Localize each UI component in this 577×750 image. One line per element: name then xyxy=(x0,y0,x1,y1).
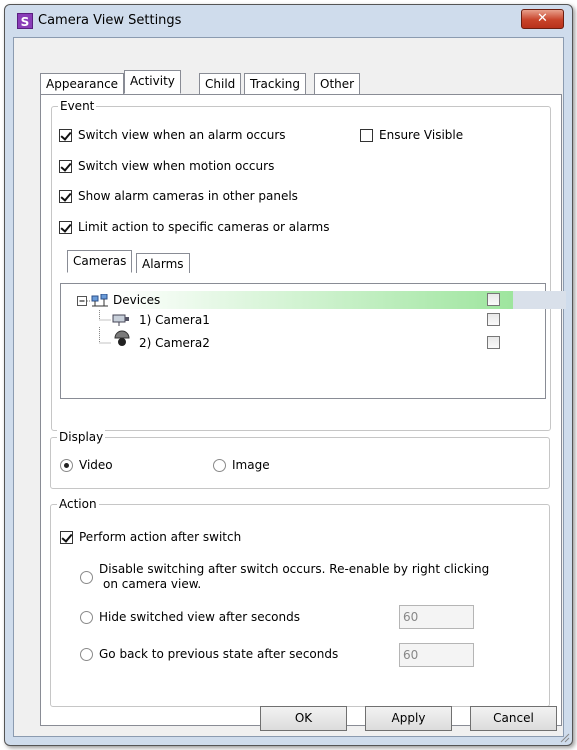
network-devices-icon[interactable] xyxy=(77,294,111,308)
tab-appearance[interactable]: Appearance xyxy=(40,73,125,94)
title-bar[interactable]: S Camera View Settings ✕ xyxy=(5,5,572,37)
checkbox-box[interactable] xyxy=(59,128,72,142)
devices-checkbox[interactable] xyxy=(487,293,500,306)
radio-dot[interactable] xyxy=(80,571,93,584)
dome-camera-icon xyxy=(99,327,130,346)
perform-after-switch-checkbox[interactable]: Perform action after switch xyxy=(60,530,241,544)
checkbox-box[interactable] xyxy=(59,159,72,173)
tab-child[interactable]: Child xyxy=(199,73,242,94)
checkbox-box[interactable] xyxy=(360,128,373,142)
tree-label-camera2: 2) Camera2 xyxy=(139,336,210,350)
display-legend: Display xyxy=(57,430,106,444)
show-alarm-cameras-label: Show alarm cameras in other panels xyxy=(78,189,298,203)
tree-label-devices: Devices xyxy=(113,293,161,307)
display-group: Display xyxy=(50,430,550,489)
subtab-cameras[interactable]: Cameras xyxy=(67,250,133,273)
tree-label-camera1: 1) Camera1 xyxy=(139,313,210,327)
app-icon: S xyxy=(17,13,33,29)
close-button[interactable]: ✕ xyxy=(521,9,564,29)
tree-row-devices[interactable]: Devices xyxy=(61,290,566,310)
radio-dot[interactable] xyxy=(80,648,93,661)
ok-button[interactable]: OK xyxy=(260,706,347,731)
radio-dot[interactable] xyxy=(60,459,73,472)
disable-switching-radio[interactable]: Disable switching after switch occurs. R… xyxy=(80,562,540,592)
video-label: Video xyxy=(79,458,113,472)
disable-switching-line1: Disable switching after switch occurs. R… xyxy=(99,562,490,576)
checkbox-box[interactable] xyxy=(59,220,72,234)
switch-on-motion-checkbox[interactable]: Switch view when motion occurs xyxy=(59,159,274,173)
switch-on-alarm-checkbox[interactable]: Switch view when an alarm occurs xyxy=(59,128,286,142)
row-highlight-end xyxy=(513,291,566,309)
video-radio[interactable]: Video xyxy=(60,458,113,472)
switch-on-alarm-label: Switch view when an alarm occurs xyxy=(78,128,286,142)
event-legend: Event xyxy=(58,99,97,113)
camera1-checkbox[interactable] xyxy=(487,313,500,326)
show-alarm-cameras-checkbox[interactable]: Show alarm cameras in other panels xyxy=(59,189,298,203)
checkbox-box[interactable] xyxy=(60,530,73,544)
device-tree[interactable]: Devices 1) Camera1 2) Camera2 xyxy=(60,283,566,399)
go-back-label: Go back to previous state after seconds xyxy=(99,647,339,661)
hide-view-seconds-input[interactable]: 60 xyxy=(399,605,474,629)
action-legend: Action xyxy=(57,497,99,511)
tab-activity[interactable]: Activity xyxy=(124,70,181,94)
limit-action-label: Limit action to specific cameras or alar… xyxy=(78,220,330,234)
go-back-radio[interactable]: Go back to previous state after seconds xyxy=(80,647,338,661)
switch-on-motion-label: Switch view when motion occurs xyxy=(78,159,275,173)
cancel-button[interactable]: Cancel xyxy=(470,706,557,731)
tab-other[interactable]: Other xyxy=(314,73,361,94)
row-highlight xyxy=(111,291,513,309)
subtab-alarms[interactable]: Alarms xyxy=(136,253,190,273)
hide-view-label: Hide switched view after seconds xyxy=(99,610,300,624)
tab-tracking[interactable]: Tracking xyxy=(244,73,306,94)
apply-button[interactable]: Apply xyxy=(365,706,452,731)
disable-switching-line2: on camera view. xyxy=(103,577,202,591)
tree-row-camera2[interactable]: 2) Camera2 xyxy=(61,327,545,353)
window-title: Camera View Settings xyxy=(38,13,182,28)
radio-dot[interactable] xyxy=(213,459,226,472)
box-camera-icon xyxy=(99,310,129,326)
radio-dot[interactable] xyxy=(80,611,93,624)
resize-grip-icon[interactable] xyxy=(558,731,570,743)
perform-after-switch-label: Perform action after switch xyxy=(79,530,242,544)
ensure-visible-label: Ensure Visible xyxy=(379,128,464,142)
image-radio[interactable]: Image xyxy=(213,458,270,472)
hide-view-radio[interactable]: Hide switched view after seconds xyxy=(80,610,300,624)
ensure-visible-checkbox[interactable]: Ensure Visible xyxy=(360,128,463,142)
disable-switching-label: Disable switching after switch occurs. R… xyxy=(99,562,489,592)
dialog-window: S Camera View Settings ✕ Appearance Acti… xyxy=(4,4,573,746)
go-back-seconds-input[interactable]: 60 xyxy=(399,643,474,667)
camera2-checkbox[interactable] xyxy=(487,336,500,349)
dialog-client-area: Appearance Activity Child Tracking Other… xyxy=(13,37,566,737)
image-label: Image xyxy=(232,458,270,472)
limit-action-checkbox[interactable]: Limit action to specific cameras or alar… xyxy=(59,220,330,234)
checkbox-box[interactable] xyxy=(59,189,72,203)
